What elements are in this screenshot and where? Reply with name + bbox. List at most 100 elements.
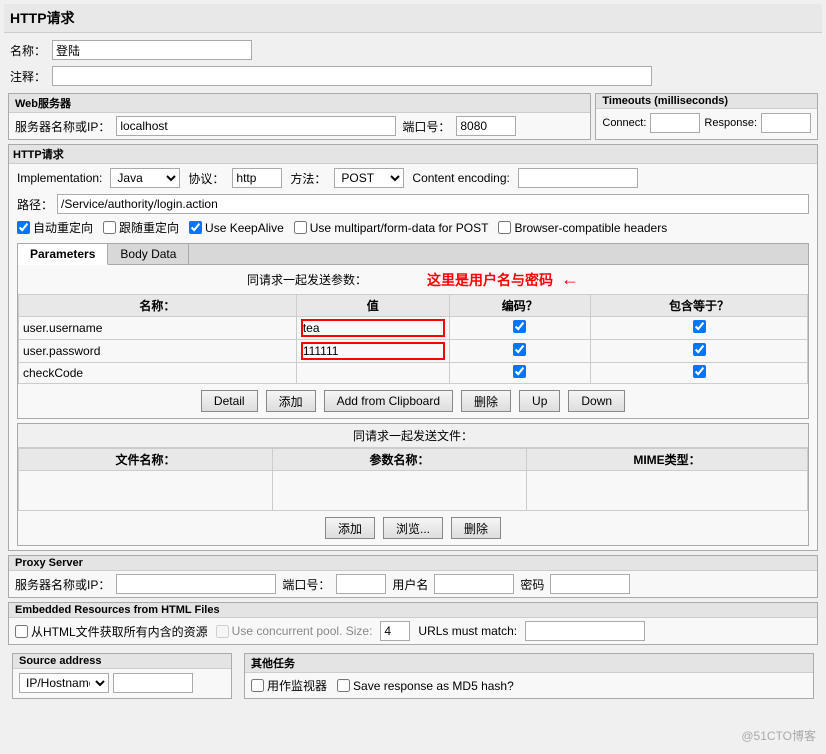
comment-input[interactable] <box>52 66 652 86</box>
checkbox-row: 自动重定向 跟随重定向 Use KeepAlive Use multipart/… <box>9 216 817 239</box>
urls-label: URLs must match: <box>418 624 517 638</box>
checkbox-md5: Save response as MD5 hash? <box>337 679 514 693</box>
impl-label: Implementation: <box>17 171 102 185</box>
browse-button[interactable]: 浏览... <box>383 517 443 539</box>
concurrent-check[interactable] <box>216 625 229 638</box>
down-button[interactable]: Down <box>568 390 625 412</box>
browser-compat-label: Browser-compatible headers <box>514 221 667 235</box>
param-name-3: checkCode <box>19 363 297 384</box>
col-name-header: 名称： <box>19 295 297 317</box>
detail-button[interactable]: Detail <box>201 390 258 412</box>
file-buttons-row: 添加 浏览... 删除 <box>18 511 808 545</box>
response-input[interactable] <box>761 113 811 133</box>
name-row: 名称： <box>4 37 822 63</box>
source-row: IP/Hostname <box>13 669 231 697</box>
proxy-title: Proxy Server <box>9 556 817 571</box>
checkbox-browser-compat: Browser-compatible headers <box>498 221 667 235</box>
pool-size-input[interactable] <box>380 621 410 641</box>
server-input[interactable] <box>116 116 396 136</box>
param-include-2 <box>591 340 808 363</box>
monitor-check[interactable] <box>251 679 264 692</box>
http-section-label: HTTP请求 <box>9 145 817 164</box>
tabs-container: Parameters Body Data 同请求一起发送参数： 这里是用户名与密… <box>17 243 809 419</box>
method-select[interactable]: POST GET <box>334 168 404 188</box>
follow-redirect-label: 跟随重定向 <box>119 219 179 236</box>
params-table: 名称： 值 编码？ 包含等于？ user.username tea <box>18 294 808 384</box>
source-input[interactable] <box>113 673 193 693</box>
delete-param-button[interactable]: 删除 <box>461 390 511 412</box>
encoding-input[interactable] <box>518 168 638 188</box>
protocol-input[interactable] <box>232 168 282 188</box>
web-server-row: 服务器名称或IP： 端口号： <box>9 113 590 139</box>
other-section: 其他任务 用作监视器 Save response as MD5 hash? <box>244 653 814 699</box>
browser-compat-check[interactable] <box>498 221 511 234</box>
arrow-icon: ← <box>561 269 579 290</box>
add-file-button[interactable]: 添加 <box>325 517 375 539</box>
file-name-cell <box>19 471 273 511</box>
param-encoded-2 <box>449 340 590 363</box>
port-input[interactable] <box>456 116 516 136</box>
checkbox-keepalive: Use KeepAlive <box>189 221 284 235</box>
md5-check[interactable] <box>337 679 350 692</box>
proxy-user-input[interactable] <box>434 574 514 594</box>
timeouts-row: Connect: Response: <box>596 109 817 137</box>
auto-redirect-check[interactable] <box>17 221 30 234</box>
checkbox-auto-redirect: 自动重定向 <box>17 219 93 236</box>
name-label: 名称： <box>10 42 46 59</box>
table-row: checkCode <box>19 363 808 384</box>
file-param-cell <box>273 471 527 511</box>
embedded-title: Embedded Resources from HTML Files <box>9 603 817 618</box>
top-sections-row: Web服务器 服务器名称或IP： 端口号： Timeouts (millisec… <box>8 93 818 140</box>
method-label: 方法： <box>290 170 326 187</box>
embedded-section: Embedded Resources from HTML Files 从HTML… <box>8 602 818 645</box>
path-input[interactable] <box>57 194 809 214</box>
keepalive-check[interactable] <box>189 221 202 234</box>
files-table: 文件名称： 参数名称： MIME类型： <box>18 448 808 511</box>
encoding-label: Content encoding: <box>412 171 509 185</box>
tab-bar: Parameters Body Data <box>18 244 808 265</box>
col-encoded-header: 编码？ <box>449 295 590 317</box>
other-row: 用作监视器 Save response as MD5 hash? <box>245 673 813 698</box>
connect-label: Connect: <box>602 117 646 129</box>
fetch-all-check[interactable] <box>15 625 28 638</box>
multipart-check[interactable] <box>294 221 307 234</box>
add-clipboard-button[interactable]: Add from Clipboard <box>324 390 453 412</box>
source-dropdown[interactable]: IP/Hostname <box>19 673 109 693</box>
checkbox-concurrent: Use concurrent pool. Size: <box>216 624 373 638</box>
follow-redirect-check[interactable] <box>103 221 116 234</box>
table-row: user.password 111111 <box>19 340 808 363</box>
source-section: Source address IP/Hostname <box>12 653 232 699</box>
file-row <box>19 471 808 511</box>
add-param-button[interactable]: 添加 <box>266 390 316 412</box>
tab-parameters[interactable]: Parameters <box>18 244 108 265</box>
proxy-user-label: 用户名 <box>392 576 428 593</box>
web-server-title: Web服务器 <box>9 94 590 113</box>
params-annotation: 这里是用户名与密码 <box>427 270 553 290</box>
proxy-pass-input[interactable] <box>550 574 630 594</box>
connect-input[interactable] <box>650 113 700 133</box>
file-mime-header: MIME类型： <box>527 449 808 471</box>
proxy-pass-label: 密码 <box>520 576 544 593</box>
urls-input[interactable] <box>525 621 645 641</box>
impl-select[interactable]: Java <box>110 168 180 188</box>
server-label: 服务器名称或IP： <box>15 118 110 135</box>
param-name-1: user.username <box>19 317 297 340</box>
delete-file-button[interactable]: 删除 <box>451 517 501 539</box>
proxy-port-input[interactable] <box>336 574 386 594</box>
name-input[interactable] <box>52 40 252 60</box>
param-value-2: 111111 <box>296 340 449 363</box>
proxy-server-input[interactable] <box>116 574 276 594</box>
file-param-header: 参数名称： <box>273 449 527 471</box>
col-include-header: 包含等于？ <box>591 295 808 317</box>
other-title: 其他任务 <box>245 654 813 673</box>
proxy-port-label: 端口号： <box>282 576 330 593</box>
main-container: HTTP请求 名称： 注释： Web服务器 服务器名称或IP： 端口号： Tim… <box>0 0 826 711</box>
tab-body-data[interactable]: Body Data <box>108 244 189 264</box>
timeouts-title: Timeouts (milliseconds) <box>596 94 817 109</box>
param-value-3 <box>296 363 449 384</box>
up-button[interactable]: Up <box>519 390 560 412</box>
auto-redirect-label: 自动重定向 <box>33 219 93 236</box>
param-encoded-3 <box>449 363 590 384</box>
files-title: 同请求一起发送文件： <box>18 424 808 448</box>
params-note-row: 同请求一起发送参数： 这里是用户名与密码 ← <box>18 265 808 294</box>
